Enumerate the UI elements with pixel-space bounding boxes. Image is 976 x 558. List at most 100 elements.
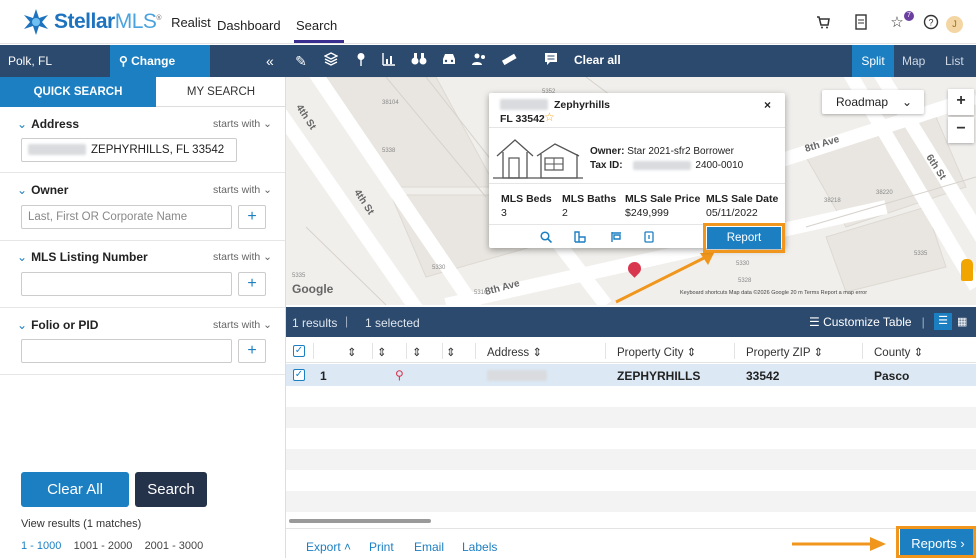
sort-icon[interactable]: ⇕	[446, 345, 456, 359]
tag-icon[interactable]	[644, 231, 654, 246]
stellar-mls-logo[interactable]: StellarMLS® Realist	[22, 8, 211, 36]
tab-quick-search[interactable]: QUICK SEARCH	[0, 77, 156, 107]
clear-all-map-button[interactable]: Clear all	[574, 53, 621, 67]
parcel-number: 5338	[382, 148, 396, 154]
empty-row	[286, 407, 976, 428]
clear-all-button[interactable]: Clear All	[21, 472, 129, 507]
parcel-number: 38220	[876, 190, 893, 196]
empty-row	[286, 449, 976, 470]
column-header-city[interactable]: Property City ⇕	[617, 345, 696, 359]
reports-highlight-box	[896, 526, 976, 558]
nav-search[interactable]: Search	[296, 18, 337, 33]
change-county-button[interactable]: ⚲ Change County	[110, 45, 210, 100]
collapse-panel-button[interactable]: «	[266, 53, 274, 69]
sort-icon[interactable]: ⇕	[347, 345, 357, 359]
car-icon[interactable]	[440, 52, 458, 70]
owner-mode-select[interactable]: starts with ⌄	[213, 184, 272, 196]
horizontal-scrollbar[interactable]	[289, 519, 431, 523]
parcel-number: 5335	[292, 273, 306, 279]
select-all-checkbox[interactable]: ✓	[293, 345, 305, 357]
map-type-select[interactable]: Roadmap ⌄	[822, 90, 924, 114]
svg-text:?: ?	[928, 18, 933, 28]
buildings-icon[interactable]	[574, 231, 586, 246]
user-avatar[interactable]: J	[946, 16, 963, 33]
folio-label: Folio or PID	[31, 318, 99, 332]
column-header-address[interactable]: Address ⇕	[487, 345, 542, 359]
grid-view-icon[interactable]: ▦	[957, 315, 967, 328]
parcel-number: 5330	[736, 261, 750, 267]
divider	[0, 307, 286, 308]
tab-my-search[interactable]: MY SEARCH	[156, 77, 286, 107]
binoculars-icon[interactable]	[410, 52, 428, 70]
column-header-county[interactable]: County ⇕	[874, 345, 923, 359]
product-name: Realist	[171, 14, 211, 30]
view-split-button[interactable]: Split	[852, 45, 894, 77]
magnify-icon[interactable]	[540, 231, 553, 246]
parcel-number: 5335	[914, 251, 928, 257]
redacted-row-address	[487, 370, 547, 381]
document-icon[interactable]	[852, 14, 870, 32]
labels-button[interactable]: Labels	[462, 540, 497, 554]
sort-icon[interactable]: ⇕	[412, 345, 422, 359]
cart-icon[interactable]	[814, 14, 832, 32]
popup-divider	[489, 127, 785, 128]
mls-mode-select[interactable]: starts with ⌄	[213, 251, 272, 263]
sort-icon[interactable]: ⇕	[377, 345, 387, 359]
map-attribution[interactable]: Keyboard shortcuts Map data ©2026 Google…	[680, 290, 867, 296]
zoom-in-button[interactable]: +	[948, 89, 974, 115]
nav-dashboard[interactable]: Dashboard	[217, 18, 281, 33]
folio-mode-select[interactable]: starts with ⌄	[213, 319, 272, 331]
measure-ruler-icon[interactable]	[500, 52, 518, 70]
column-header-zip[interactable]: Property ZIP ⇕	[746, 345, 823, 359]
pin-icon[interactable]	[352, 52, 370, 70]
owner-section-toggle[interactable]: ⌄ Owner	[17, 183, 68, 197]
nav-active-indicator	[294, 40, 344, 43]
folio-section-toggle[interactable]: ⌄ Folio or PID	[17, 318, 98, 332]
address-mode-select[interactable]: starts with ⌄	[213, 118, 272, 130]
row-checkbox[interactable]: ✓	[293, 369, 305, 381]
popup-divider	[489, 224, 703, 225]
page-link-3[interactable]: 2001 - 3000	[145, 540, 204, 552]
owner-input[interactable]: Last, First OR Corporate Name	[21, 205, 232, 229]
sign-icon[interactable]	[610, 231, 622, 246]
export-button[interactable]: Export ˄	[306, 540, 351, 554]
view-list-button[interactable]: List	[945, 54, 964, 68]
address-label: Address	[31, 117, 80, 131]
mls-input[interactable]	[21, 272, 232, 296]
stat-value: 2	[562, 207, 568, 219]
favorite-star-icon[interactable]: ☆	[544, 110, 555, 124]
map-people-icon[interactable]	[470, 52, 488, 70]
chart-icon[interactable]	[380, 52, 398, 70]
layers-icon[interactable]	[322, 52, 340, 70]
parcel-number: 38104	[382, 100, 399, 106]
stat-label: MLS Baths	[562, 193, 617, 205]
folio-input[interactable]	[21, 339, 232, 363]
address-section-toggle[interactable]: ⌄ Address	[17, 117, 79, 131]
zoom-out-button[interactable]: −	[948, 117, 974, 143]
folio-add-button[interactable]: +	[238, 339, 266, 363]
customize-table-button[interactable]: ☰ Customize Table |	[809, 315, 925, 329]
list-view-icon[interactable]: ☰	[934, 313, 952, 330]
draw-pencil-icon[interactable]: ✎	[292, 52, 310, 70]
row-pin-icon[interactable]: ⚲	[395, 368, 404, 382]
close-popup-icon[interactable]: ×	[764, 98, 771, 112]
print-button[interactable]: Print	[369, 540, 394, 554]
address-input[interactable]: ZEPHYRHILLS, FL 33542	[21, 138, 237, 162]
comment-icon[interactable]	[542, 52, 560, 70]
chevron-up-icon: ˄	[344, 540, 352, 554]
parcel-number: 5330	[432, 265, 446, 271]
owner-add-button[interactable]: +	[238, 205, 266, 229]
mls-section-toggle[interactable]: ⌄ MLS Listing Number	[17, 250, 148, 264]
mls-add-button[interactable]: +	[238, 272, 266, 296]
email-button[interactable]: Email	[414, 540, 444, 554]
popup-city: Zephyrhills	[554, 99, 611, 111]
page-link-2[interactable]: 1001 - 2000	[74, 540, 133, 552]
help-icon[interactable]: ?	[922, 14, 940, 32]
empty-row	[286, 470, 976, 491]
page-link-1[interactable]: 1 - 1000	[21, 540, 61, 552]
view-map-button[interactable]: Map	[902, 54, 925, 68]
street-view-pegman-icon[interactable]	[961, 259, 973, 281]
search-button[interactable]: Search	[135, 472, 207, 507]
chevron-down-icon: ⌄	[17, 318, 28, 332]
empty-row	[286, 491, 976, 512]
